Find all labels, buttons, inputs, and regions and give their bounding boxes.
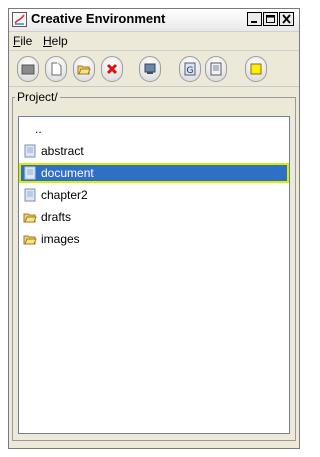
list-item-label: images — [41, 232, 80, 246]
list-item-images[interactable]: images — [19, 229, 289, 249]
maximize-button[interactable] — [263, 12, 278, 26]
file-list[interactable]: .. abstract document chapter2 drafts ima… — [18, 116, 290, 434]
file-icon — [23, 188, 37, 202]
g-icon: G — [184, 62, 196, 76]
toolbar-button-new[interactable] — [45, 56, 67, 82]
list-item-document[interactable]: document — [19, 163, 289, 183]
list-item-label: abstract — [41, 144, 84, 158]
document-icon — [210, 62, 222, 76]
menu-help[interactable]: Help — [43, 34, 68, 48]
list-item-label: chapter2 — [41, 188, 88, 202]
list-item-label: document — [41, 166, 94, 180]
list-item-abstract[interactable]: abstract — [19, 141, 289, 161]
menu-file[interactable]: File — [13, 34, 32, 48]
toolbar-button-open[interactable] — [73, 56, 95, 82]
toolbar-button-note[interactable] — [245, 56, 267, 82]
maximize-icon — [266, 15, 275, 23]
open-folder-icon — [77, 65, 91, 75]
title-bar[interactable]: Creative Environment — [9, 9, 299, 32]
project-panel: Project/ .. abstract document chapter2 d… — [12, 90, 296, 441]
folder-icon — [23, 232, 37, 246]
list-item-parent[interactable]: .. — [19, 119, 289, 139]
toolbar-button-delete[interactable] — [101, 56, 123, 82]
folder-icon — [23, 210, 37, 224]
close-button[interactable] — [279, 12, 294, 26]
file-icon — [23, 144, 37, 158]
monitor-icon — [144, 63, 156, 74]
app-logo-icon — [12, 12, 27, 27]
toolbar-button-document[interactable] — [205, 56, 227, 82]
new-document-icon — [51, 62, 62, 76]
list-item-label: drafts — [41, 210, 72, 224]
minimize-button[interactable] — [247, 12, 262, 26]
app-window: Creative Environment File Help G Project… — [8, 8, 300, 449]
note-icon — [250, 63, 262, 75]
toolbar-button-display[interactable] — [139, 56, 161, 82]
list-item-label: .. — [35, 122, 42, 136]
help-mnemonic: H — [43, 34, 52, 48]
close-icon — [282, 14, 291, 24]
delete-icon — [106, 63, 118, 75]
list-item-drafts[interactable]: drafts — [19, 207, 289, 227]
help-label: elp — [51, 34, 68, 48]
list-item-chapter2[interactable]: chapter2 — [19, 185, 289, 205]
window-title: Creative Environment — [31, 11, 166, 26]
minimize-icon — [251, 21, 257, 23]
toolbar-button-close-project[interactable] — [17, 56, 39, 82]
svg-text:G: G — [187, 66, 194, 76]
file-icon — [23, 166, 37, 180]
folder-closed-icon — [21, 64, 35, 75]
project-path-label: Project/ — [15, 90, 60, 104]
file-label: ile — [20, 34, 33, 48]
menu-bar: File Help — [9, 32, 299, 51]
toolbar: G — [9, 52, 299, 87]
toolbar-button-g[interactable]: G — [179, 56, 201, 82]
